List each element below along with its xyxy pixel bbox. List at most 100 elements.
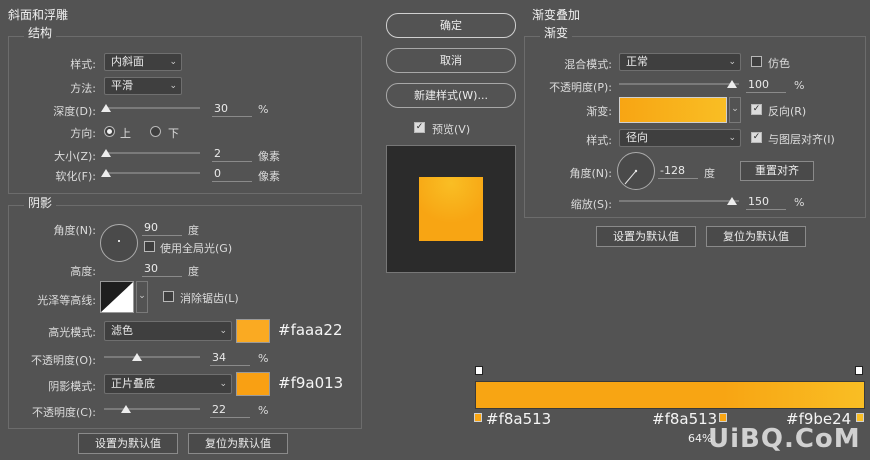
color-stop-right-icon[interactable]: [856, 413, 864, 422]
preview-checkbox[interactable]: ✓: [414, 122, 425, 133]
size-input[interactable]: 2: [212, 146, 252, 162]
bevel-style-select[interactable]: 内斜面 ⌄: [104, 53, 182, 71]
scale-unit: %: [794, 196, 805, 209]
overlay-opacity-unit: %: [794, 79, 805, 92]
bevel-title: 斜面和浮雕: [8, 8, 69, 22]
reset-alignment-button[interactable]: 重置对齐: [740, 161, 814, 181]
highlight-opacity-input[interactable]: 34: [210, 350, 250, 366]
gradient-label: 渐变:: [586, 105, 612, 118]
gradient-picker[interactable]: [619, 97, 727, 123]
chevron-down-icon: ⌄: [169, 81, 177, 91]
overlay-reset-default-button[interactable]: 复位为默认值: [706, 226, 806, 247]
shading-angle-dial[interactable]: [100, 224, 138, 262]
scale-input[interactable]: 150: [746, 194, 786, 210]
dither-label: 仿色: [768, 57, 790, 70]
highlight-mode-label: 高光模式:: [48, 326, 96, 339]
dither-checkbox[interactable]: [751, 56, 762, 67]
chevron-down-icon: ⌄: [219, 379, 227, 389]
style-preview-square: [419, 177, 483, 241]
align-with-layer-checkbox[interactable]: ✓: [751, 132, 762, 143]
overlay-angle-dial[interactable]: [617, 152, 655, 190]
shadow-opacity-thumb[interactable]: [121, 405, 131, 413]
gradient-style-value: 径向: [626, 131, 648, 144]
gloss-contour-preview[interactable]: [100, 281, 134, 313]
overlay-angle-unit: 度: [704, 167, 715, 180]
soften-input[interactable]: 0: [212, 166, 252, 182]
gradient-editor-bar[interactable]: [475, 381, 865, 409]
opacity-stop-left-icon[interactable]: [475, 366, 483, 375]
soften-slider-thumb[interactable]: [101, 169, 111, 177]
altitude-input[interactable]: 30: [142, 261, 182, 277]
opacity-stop-right-icon[interactable]: [855, 366, 863, 375]
shading-angle-input[interactable]: 90: [142, 220, 182, 236]
global-light-checkbox[interactable]: [144, 241, 155, 252]
soften-unit: 像素: [258, 170, 280, 183]
align-with-layer-label: 与图层对齐(I): [768, 133, 835, 146]
highlight-mode-select[interactable]: 滤色 ⌄: [104, 321, 232, 341]
style-label: 样式:: [70, 58, 96, 71]
overlay-angle-label: 角度(N):: [569, 167, 612, 180]
overlay-opacity-slider[interactable]: [619, 83, 739, 85]
highlight-opacity-label: 不透明度(O):: [31, 354, 96, 367]
scale-slider[interactable]: [619, 200, 739, 202]
direction-down-radio[interactable]: [150, 126, 161, 137]
color-stop-left-icon[interactable]: [474, 413, 482, 422]
direction-up-radio[interactable]: [104, 126, 115, 137]
gradient-style-select[interactable]: 径向 ⌄: [619, 129, 741, 147]
cancel-button[interactable]: 取消: [386, 48, 516, 73]
bevel-style-value: 内斜面: [111, 55, 144, 68]
dial-center-dot: [118, 240, 120, 242]
size-slider[interactable]: [104, 152, 200, 154]
antialias-checkbox[interactable]: [163, 291, 174, 302]
overlay-opacity-label: 不透明度(P):: [549, 81, 612, 94]
bevel-reset-default-button[interactable]: 复位为默认值: [188, 433, 288, 454]
highlight-opacity-unit: %: [258, 352, 269, 365]
direction-down-label: 下: [168, 127, 179, 140]
overlay-opacity-input[interactable]: 100: [746, 77, 786, 93]
shadow-opacity-input[interactable]: 22: [210, 402, 250, 418]
contour-dropdown-chevron-icon[interactable]: ⌄: [136, 281, 148, 313]
overlay-make-default-button[interactable]: 设置为默认值: [596, 226, 696, 247]
reverse-checkbox[interactable]: ✓: [751, 104, 762, 115]
shadow-color-swatch[interactable]: [236, 372, 270, 396]
stop-left-hex-annotation: #f8a513: [486, 410, 552, 428]
shadow-opacity-slider[interactable]: [104, 408, 200, 410]
contour-curve-icon: [101, 282, 133, 312]
highlight-opacity-thumb[interactable]: [132, 353, 142, 361]
blend-mode-select[interactable]: 正常 ⌄: [619, 53, 741, 71]
overlay-angle-input[interactable]: -128: [658, 163, 698, 179]
highlight-color-swatch[interactable]: [236, 319, 270, 343]
depth-label: 深度(D):: [53, 105, 96, 118]
scale-label: 缩放(S):: [570, 198, 612, 211]
gradient-group-title: 渐变: [540, 24, 573, 41]
direction-up-label: 上: [120, 127, 131, 140]
depth-slider-thumb[interactable]: [101, 104, 111, 112]
shadow-opacity-unit: %: [258, 404, 269, 417]
global-light-label: 使用全局光(G): [160, 242, 233, 255]
shadow-hex-annotation: #f9a013: [278, 374, 344, 392]
shading-angle-unit: 度: [188, 224, 199, 237]
new-style-button[interactable]: 新建样式(W)...: [386, 83, 516, 108]
soften-label: 软化(F):: [55, 170, 96, 183]
ok-button[interactable]: 确定: [386, 13, 516, 38]
soften-slider[interactable]: [104, 172, 200, 174]
shadow-mode-label: 阴影模式:: [48, 380, 96, 393]
depth-slider[interactable]: [104, 107, 200, 109]
scale-slider-thumb[interactable]: [727, 197, 737, 205]
shading-group: [8, 205, 362, 429]
bevel-make-default-button[interactable]: 设置为默认值: [78, 433, 178, 454]
gradient-style-label: 样式:: [586, 134, 612, 147]
structure-title: 结构: [24, 24, 57, 41]
shadow-mode-select[interactable]: 正片叠底 ⌄: [104, 374, 232, 394]
angle-needle-icon: [624, 169, 638, 185]
overlay-opacity-thumb[interactable]: [727, 80, 737, 88]
size-slider-thumb[interactable]: [101, 149, 111, 157]
reverse-label: 反向(R): [768, 105, 807, 118]
depth-input[interactable]: 30: [212, 101, 252, 117]
highlight-opacity-slider[interactable]: [104, 356, 200, 358]
highlight-hex-annotation: #faaa22: [278, 321, 343, 339]
color-stop-mid-icon[interactable]: [719, 413, 727, 422]
technique-select[interactable]: 平滑 ⌄: [104, 77, 182, 95]
altitude-label: 高度:: [70, 265, 96, 278]
gradient-dropdown-chevron-icon[interactable]: ⌄: [729, 97, 741, 123]
